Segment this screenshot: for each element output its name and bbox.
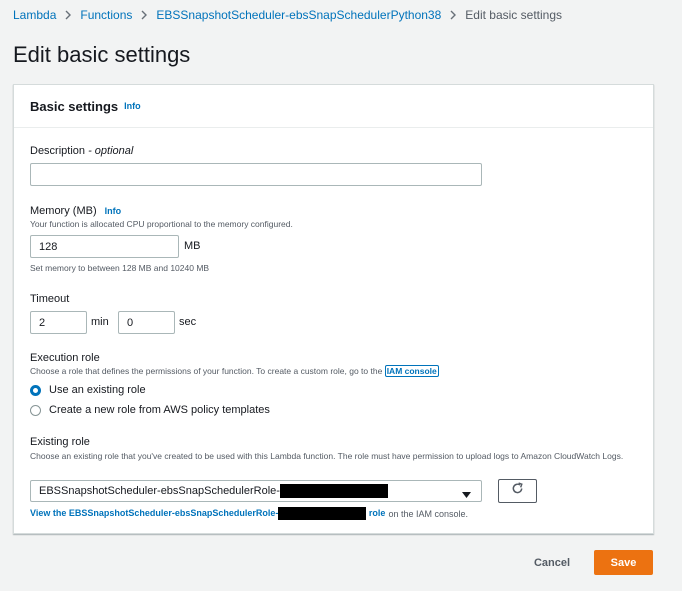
execution-role-hint: Choose a role that defines the permissio… [30,365,439,377]
page-title: Edit basic settings [13,42,191,67]
timeout-seconds-input[interactable]: 0 [118,311,175,334]
panel-header: Basic settings Info [14,85,653,128]
existing-role-label: Existing role [30,436,90,448]
timeout-minutes-input[interactable]: 2 [30,311,87,334]
memory-label-text: Memory (MB) [30,205,97,217]
breadcrumb-current: Edit basic settings [465,8,562,22]
breadcrumb: Lambda Functions EBSSnapshotScheduler-eb… [13,8,562,22]
refresh-roles-button[interactable] [498,479,537,503]
iam-console-link[interactable]: IAM console [384,365,439,377]
breadcrumb-lambda[interactable]: Lambda [13,8,56,22]
view-role-row: View the EBSSnapshotScheduler-ebsSnapSch… [30,507,468,520]
description-input[interactable] [30,163,482,186]
radio-create-new-role[interactable]: Create a new role from AWS policy templa… [30,404,270,416]
panel-title: Basic settings [30,98,119,114]
radio-use-existing-role[interactable]: Use an existing role [30,384,146,396]
view-role-link-text: View the EBSSnapshotScheduler-ebsSnapSch… [30,507,279,518]
breadcrumb-function-name[interactable]: EBSSnapshotScheduler-ebsSnapSchedulerPyt… [156,8,441,22]
existing-role-hint: Choose an existing role that you've crea… [30,451,624,461]
view-role-link[interactable]: View the EBSSnapshotScheduler-ebsSnapSch… [30,507,385,520]
radio-unchecked-icon[interactable] [30,404,41,416]
redaction-block [279,484,388,498]
existing-role-select[interactable]: EBSSnapshotScheduler-ebsSnapSchedulerRol… [30,480,482,502]
memory-constraint: Set memory to between 128 MB and 10240 M… [30,263,210,273]
chevron-right-icon [65,10,72,20]
description-label-text: Description [30,145,86,157]
refresh-icon [511,482,524,500]
existing-role-selected-value: EBSSnapshotScheduler-ebsSnapSchedulerRol… [39,485,280,497]
description-optional: - optional [85,145,134,157]
view-role-link-suffix: role [368,507,386,518]
chevron-right-icon [450,10,457,20]
memory-label: Memory (MB) Info [30,205,121,217]
basic-settings-panel: Basic settings Info Description - option… [13,84,654,534]
timeout-seconds-unit: sec [179,316,197,328]
radio-use-existing-role-label: Use an existing role [49,384,146,396]
description-label: Description - optional [30,145,133,157]
caret-down-icon [462,489,471,501]
radio-checked-icon[interactable] [30,384,41,396]
panel-info-link[interactable]: Info [124,101,141,111]
execution-role-hint-text: Choose a role that defines the permissio… [30,366,385,376]
memory-hint: Your function is allocated CPU proportio… [30,219,293,229]
memory-unit: MB [184,240,201,252]
breadcrumb-functions[interactable]: Functions [80,8,132,22]
cancel-button[interactable]: Cancel [522,551,582,575]
memory-input[interactable]: 128 [30,235,179,258]
timeout-label: Timeout [30,293,70,305]
memory-info-link[interactable]: Info [105,206,122,216]
execution-role-label: Execution role [30,352,100,364]
save-button[interactable]: Save [594,550,653,575]
timeout-minutes-unit: min [91,316,109,328]
radio-create-new-role-label: Create a new role from AWS policy templa… [49,404,270,416]
view-role-suffix-text: on the IAM console. [388,508,468,519]
chevron-right-icon [141,10,148,20]
redaction-block [278,507,367,520]
